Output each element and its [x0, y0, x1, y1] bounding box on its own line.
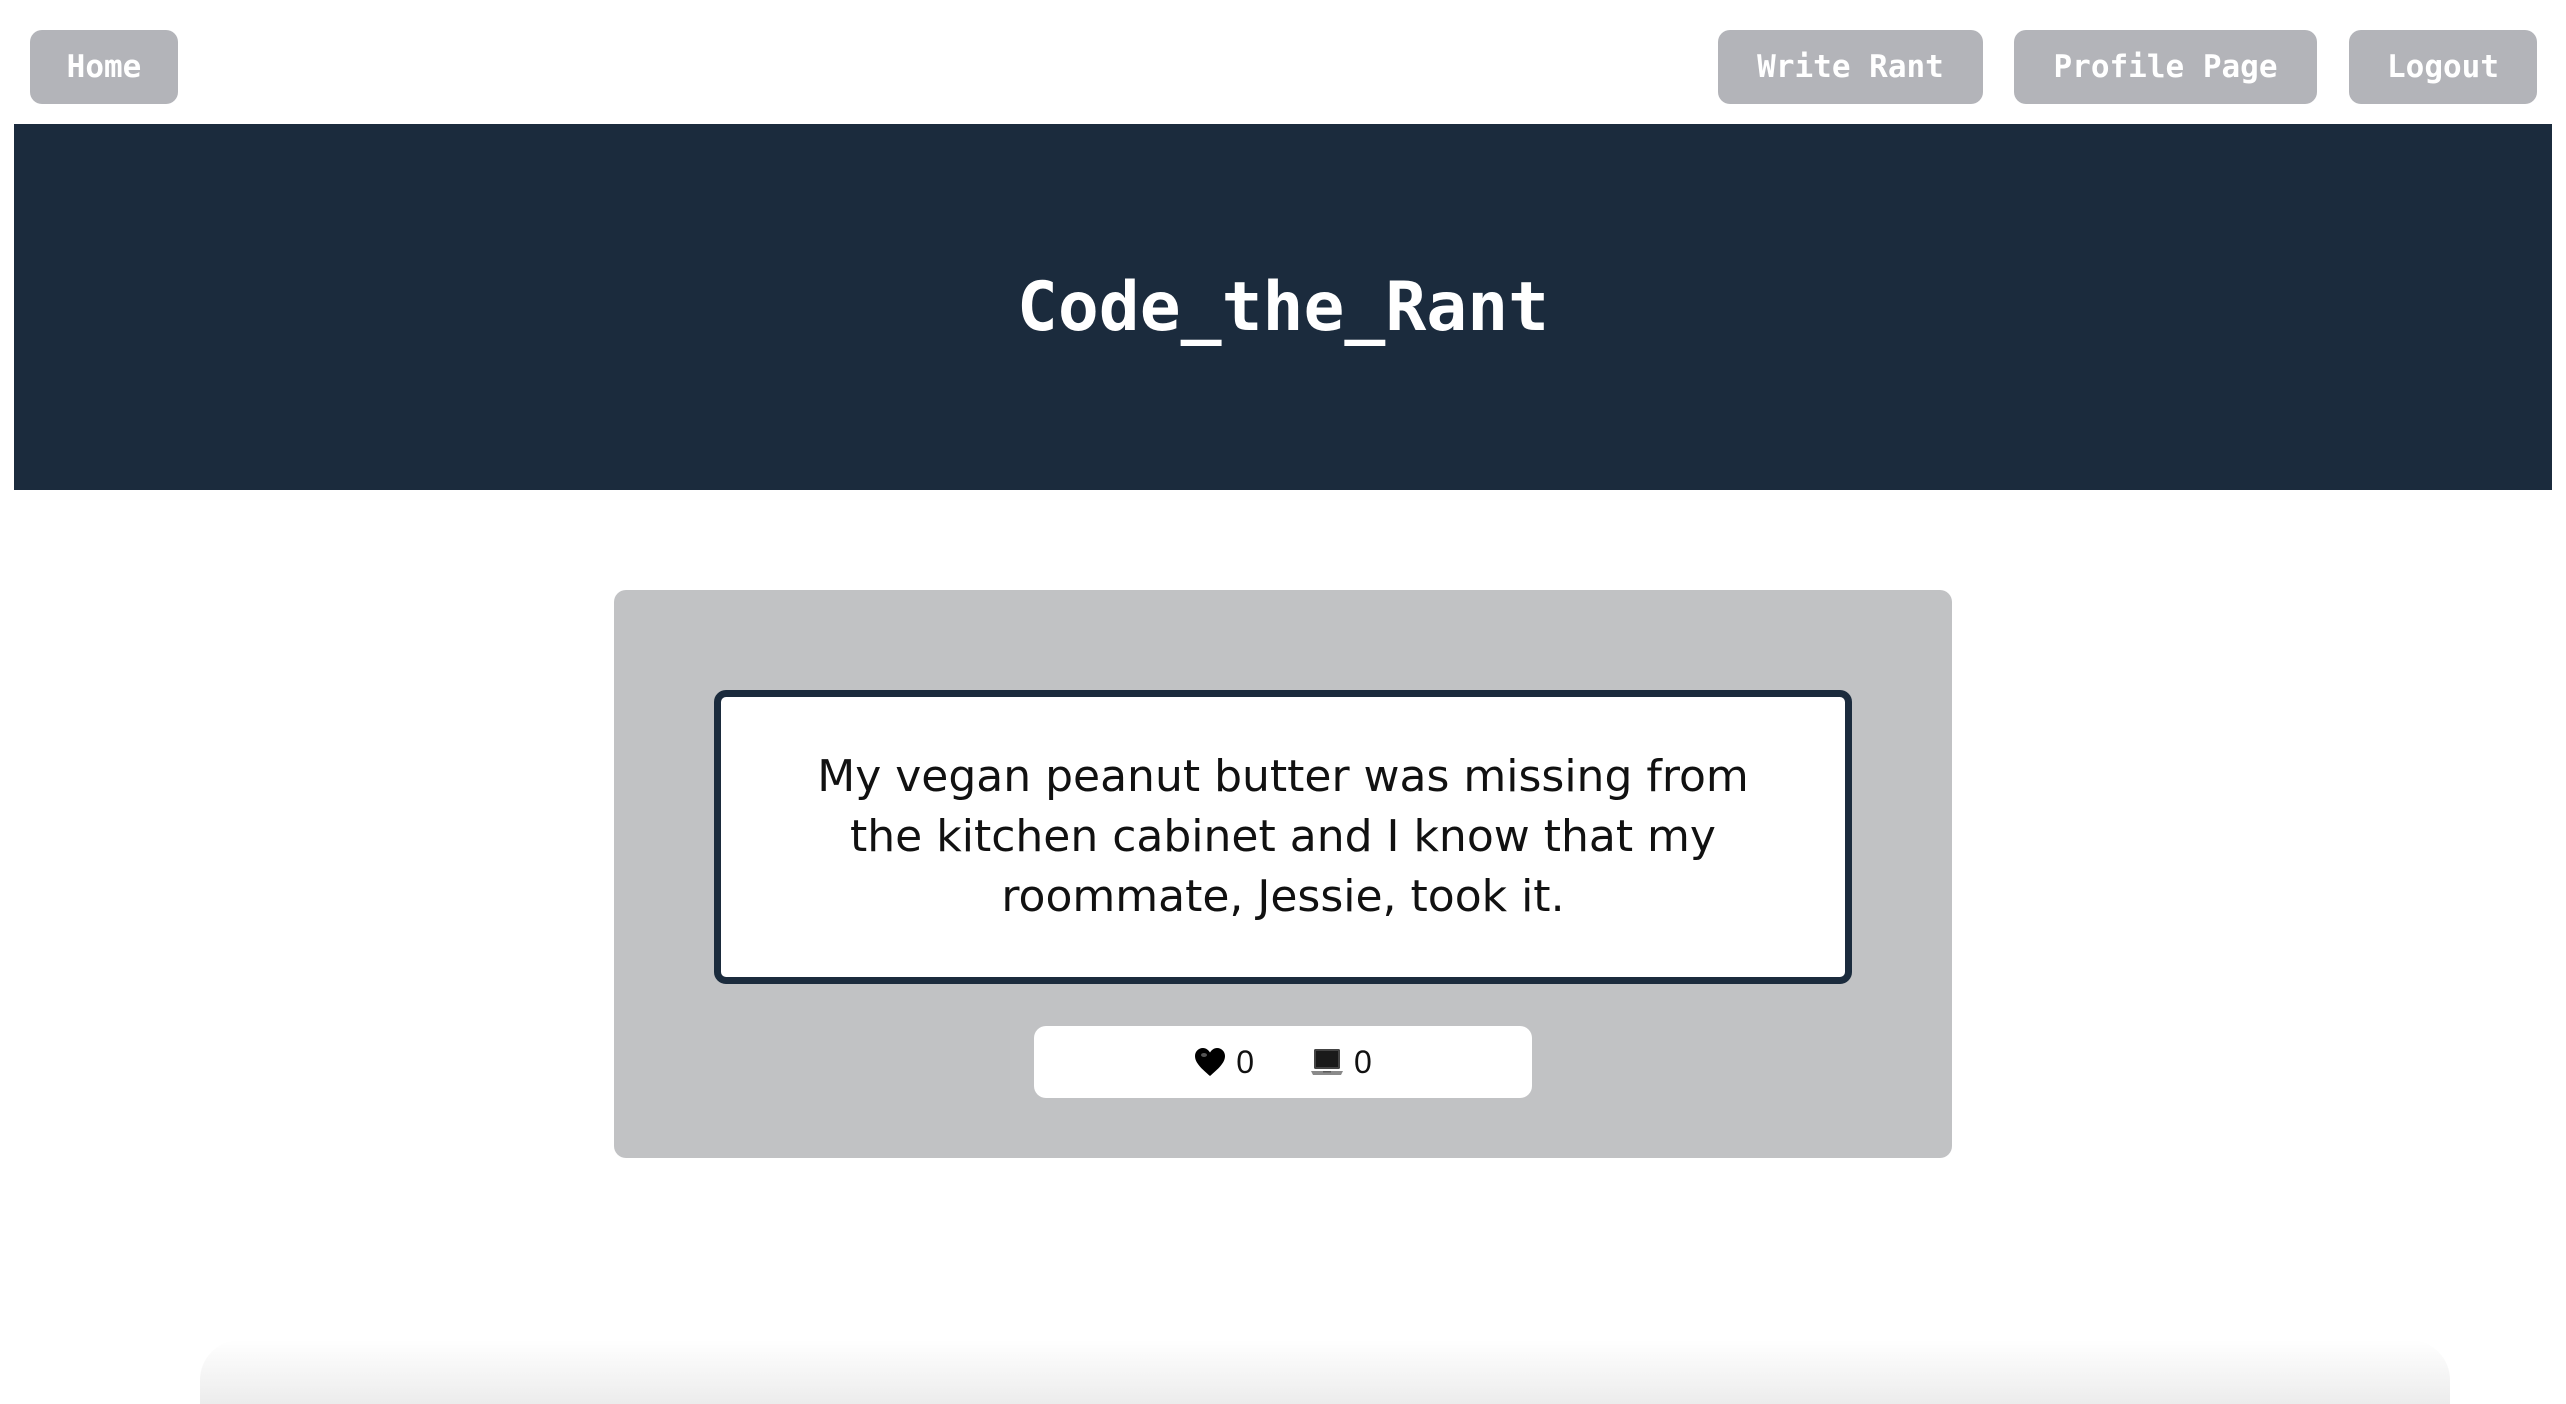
laptop-icon[interactable] [1310, 1047, 1344, 1077]
comment-count: 0 [1354, 1043, 1372, 1080]
profile-page-button[interactable]: Profile Page [2014, 30, 2317, 104]
like-stat[interactable]: 0 [1194, 1044, 1254, 1081]
home-button[interactable]: Home [30, 30, 178, 104]
rant-text: My vegan peanut butter was missing from … [817, 751, 1749, 922]
logout-button[interactable]: Logout [2349, 30, 2537, 104]
like-count: 0 [1236, 1043, 1254, 1080]
comment-stat[interactable]: 0 [1310, 1044, 1372, 1081]
heart-icon[interactable] [1194, 1047, 1226, 1077]
write-rant-button[interactable]: Write Rant [1718, 30, 1983, 104]
rant-body: My vegan peanut butter was missing from … [714, 690, 1852, 984]
rant-card: My vegan peanut butter was missing from … [614, 590, 1952, 1158]
site-title: Code_the_Rant [1016, 267, 1550, 347]
site-header: Code_the_Rant [14, 124, 2552, 490]
rant-stats: 0 0 [1034, 1026, 1532, 1098]
footer-shadow [200, 1340, 2450, 1404]
